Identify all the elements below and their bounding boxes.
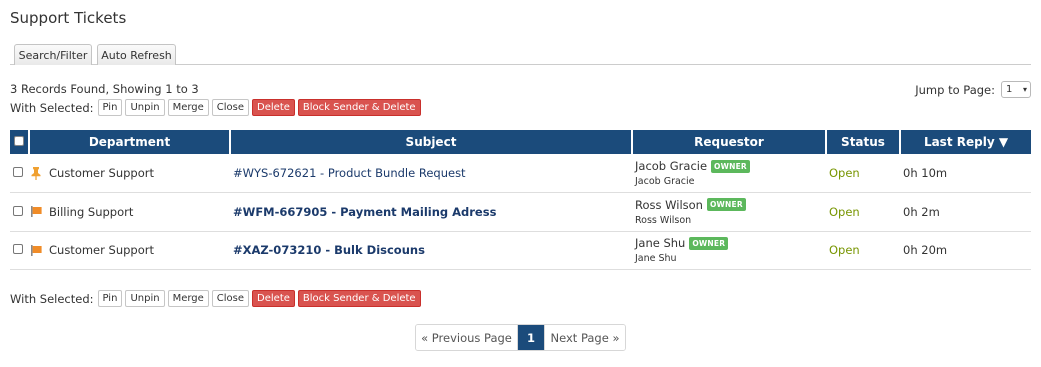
flag-icon[interactable] xyxy=(29,244,43,256)
status-badge: Open xyxy=(829,243,860,258)
delete-button[interactable]: Delete xyxy=(252,290,295,307)
close-button[interactable]: Close xyxy=(211,290,250,307)
previous-page-button[interactable]: « Previous Page xyxy=(416,325,518,350)
row-checkbox[interactable] xyxy=(13,244,23,255)
row-checkbox-cell xyxy=(10,192,29,232)
department-cell: Customer Support xyxy=(29,231,230,270)
row-checkbox[interactable] xyxy=(13,167,23,177)
table-header-row: Department Subject Requestor Status Last… xyxy=(10,130,1031,154)
row-checkbox[interactable] xyxy=(13,205,23,216)
status-cell: Open xyxy=(826,231,900,270)
select-all-checkbox[interactable] xyxy=(14,136,24,146)
jump-to-page: Jump to Page: 1 ▾ xyxy=(915,81,1031,98)
tab-search-filter[interactable]: Search/Filter xyxy=(14,44,92,65)
jump-to-page-label: Jump to Page: xyxy=(915,82,995,97)
requestor-subname[interactable]: Ross Wilson xyxy=(635,215,826,226)
last-reply-cell: 0h 10m xyxy=(900,154,1031,193)
pagination: « Previous Page 1 Next Page » xyxy=(415,324,626,351)
status-badge: Open xyxy=(829,166,860,180)
block-sender-delete-button[interactable]: Block Sender & Delete xyxy=(297,99,421,116)
department-cell: Customer Support xyxy=(29,154,230,193)
bulk-actions-bottom: With Selected: Pin Unpin Merge Close Del… xyxy=(10,290,424,307)
column-header-status[interactable]: Status xyxy=(826,130,901,154)
requestor-cell: Ross Wilson OWNER Ross Wilson xyxy=(632,192,826,232)
last-reply-cell: 0h 2m xyxy=(900,192,1031,232)
column-header-last-reply[interactable]: Last Reply ▼ xyxy=(900,130,1031,154)
subject-cell: #WYS-672621 - Product Bundle Request xyxy=(230,154,632,193)
tickets-table: Department Subject Requestor Status Last… xyxy=(10,130,1031,270)
pin-button[interactable]: Pin xyxy=(97,99,123,116)
status-cell: Open xyxy=(826,192,900,232)
pin-button[interactable]: Pin xyxy=(97,290,123,307)
requestor-name[interactable]: Jacob Gracie xyxy=(635,159,707,173)
select-all-header xyxy=(10,130,30,154)
column-header-department[interactable]: Department xyxy=(29,130,231,154)
ticket-subject-link[interactable]: #WYS-672621 - Product Bundle Request xyxy=(233,166,466,180)
table-row[interactable]: Billing Support #WFM-667905 - Payment Ma… xyxy=(10,192,1031,232)
unpin-button[interactable]: Unpin xyxy=(125,290,165,307)
chevron-down-icon: ▾ xyxy=(1022,85,1027,94)
jump-to-page-select[interactable]: 1 ▾ xyxy=(1001,81,1031,98)
status-cell: Open xyxy=(826,154,900,193)
subject-cell: #WFM-667905 - Payment Mailing Adress xyxy=(230,192,632,232)
records-info: 3 Records Found, Showing 1 to 3 xyxy=(10,82,199,96)
delete-button[interactable]: Delete xyxy=(252,99,295,116)
owner-badge: OWNER xyxy=(711,159,750,173)
table-row[interactable]: Customer Support #XAZ-073210 - Bulk Disc… xyxy=(10,231,1031,270)
column-header-subject[interactable]: Subject xyxy=(230,130,633,154)
requestor-cell: Jane Shu OWNER Jane Shu xyxy=(632,231,826,270)
requestor-name[interactable]: Ross Wilson xyxy=(635,198,703,212)
last-reply-cell: 0h 20m xyxy=(900,231,1031,270)
ticket-subject-link[interactable]: #XAZ-073210 - Bulk Discouns xyxy=(233,243,425,257)
table-row[interactable]: Customer Support #WYS-672621 - Product B… xyxy=(10,154,1031,193)
with-selected-label: With Selected: xyxy=(10,291,94,306)
subject-cell: #XAZ-073210 - Bulk Discouns xyxy=(230,231,632,270)
status-badge: Open xyxy=(829,204,860,219)
jump-to-page-value: 1 xyxy=(1006,84,1013,95)
ticket-subject-link[interactable]: #WFM-667905 - Payment Mailing Adress xyxy=(233,205,496,219)
block-sender-delete-button[interactable]: Block Sender & Delete xyxy=(297,290,421,307)
unpin-button[interactable]: Unpin xyxy=(125,99,165,116)
department-name: Customer Support xyxy=(49,166,154,180)
tab-bar: Search/Filter Auto Refresh xyxy=(10,44,1031,65)
row-checkbox-cell xyxy=(10,154,29,193)
next-page-button[interactable]: Next Page » xyxy=(544,325,625,350)
tab-auto-refresh[interactable]: Auto Refresh xyxy=(97,44,176,65)
current-page-button[interactable]: 1 xyxy=(518,325,544,350)
close-button[interactable]: Close xyxy=(211,99,250,116)
requestor-name[interactable]: Jane Shu xyxy=(635,236,685,250)
row-checkbox-cell xyxy=(10,231,29,270)
department-name: Customer Support xyxy=(49,243,154,258)
column-header-requestor[interactable]: Requestor xyxy=(632,130,827,154)
bulk-actions-top: With Selected: Pin Unpin Merge Close Del… xyxy=(10,99,424,116)
owner-badge: OWNER xyxy=(689,236,729,250)
page-title: Support Tickets xyxy=(10,9,127,27)
merge-button[interactable]: Merge xyxy=(167,99,209,116)
merge-button[interactable]: Merge xyxy=(167,290,209,307)
requestor-subname[interactable]: Jane Shu xyxy=(635,253,826,264)
with-selected-label: With Selected: xyxy=(10,100,94,115)
department-name: Billing Support xyxy=(49,204,134,219)
requestor-cell: Jacob Gracie OWNER Jacob Gracie xyxy=(632,154,826,193)
flag-icon[interactable] xyxy=(29,206,43,218)
department-cell: Billing Support xyxy=(29,192,230,232)
requestor-subname[interactable]: Jacob Gracie xyxy=(635,176,826,187)
pin-icon[interactable] xyxy=(29,166,43,180)
owner-badge: OWNER xyxy=(706,198,746,212)
